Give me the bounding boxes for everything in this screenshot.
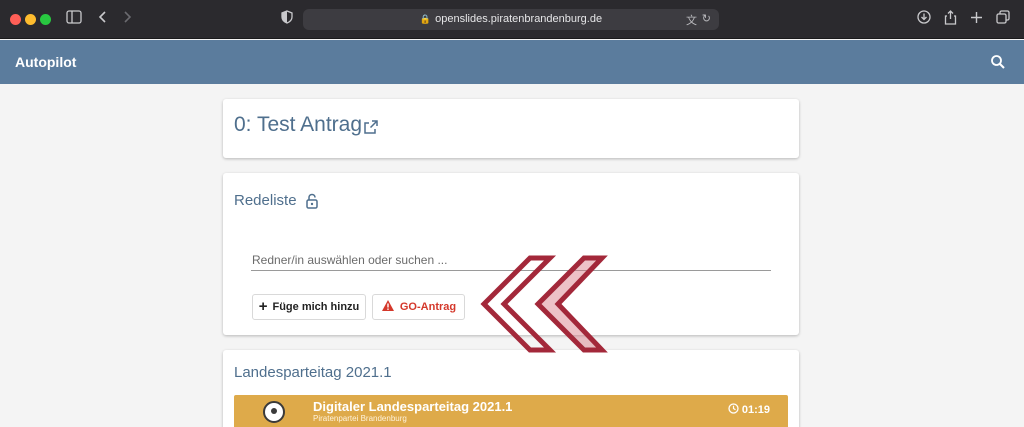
forward-icon[interactable] bbox=[122, 10, 132, 28]
share-icon[interactable] bbox=[944, 10, 957, 29]
privacy-shield-icon[interactable] bbox=[281, 10, 293, 28]
event-organization: Piratenpartei Brandenburg bbox=[313, 414, 407, 423]
clock-icon bbox=[728, 403, 739, 417]
motion-title: 0: Test Antrag bbox=[234, 113, 363, 136]
go-motion-button[interactable]: GO-Antrag bbox=[372, 294, 465, 320]
lock-icon: 🔒 bbox=[419, 14, 432, 24]
minimize-window-button[interactable] bbox=[25, 14, 36, 25]
event-banner: Digitaler Landesparteitag 2021.1 Piraten… bbox=[234, 395, 788, 427]
add-me-button[interactable]: + Füge mich hinzu bbox=[252, 294, 366, 320]
new-tab-icon[interactable] bbox=[970, 10, 983, 28]
tab-overview-icon[interactable] bbox=[996, 10, 1010, 28]
zoom-window-button[interactable] bbox=[40, 14, 51, 25]
event-section-title: Landesparteitag 2021.1 bbox=[234, 364, 392, 381]
warning-triangle-icon bbox=[381, 299, 395, 315]
downloads-icon[interactable] bbox=[917, 10, 931, 28]
sidebar-toggle-icon[interactable] bbox=[66, 10, 82, 28]
search-icon[interactable] bbox=[990, 54, 1006, 70]
address-bar[interactable]: 🔒 openslides.piratenbrandenburg.de 文 ↻ bbox=[303, 9, 719, 30]
motion-title-card: 0: Test Antrag bbox=[223, 99, 799, 158]
add-me-label: Füge mich hinzu bbox=[272, 301, 360, 313]
url-text: openslides.piratenbrandenburg.de bbox=[435, 13, 603, 25]
pirate-party-logo bbox=[263, 401, 285, 423]
plus-icon: + bbox=[258, 298, 268, 315]
go-motion-label: GO-Antrag bbox=[399, 301, 457, 313]
back-icon[interactable] bbox=[98, 10, 108, 28]
speakers-list-card: Redeliste + Füge mich hinzu GO-Antrag bbox=[223, 173, 799, 335]
reload-icon[interactable]: ↻ bbox=[702, 12, 711, 25]
event-clock: 01:19 bbox=[728, 403, 770, 417]
browser-toolbar: 🔒 openslides.piratenbrandenburg.de 文 ↻ bbox=[0, 0, 1024, 39]
page-title: Autopilot bbox=[15, 54, 77, 70]
speaker-search-input[interactable] bbox=[251, 249, 771, 271]
open-external-icon[interactable] bbox=[363, 119, 379, 135]
speakers-list-title: Redeliste bbox=[234, 192, 297, 209]
event-card: Landesparteitag 2021.1 Digitaler Landesp… bbox=[223, 350, 799, 427]
lock-icon[interactable] bbox=[305, 193, 319, 209]
translate-icon[interactable]: 文 bbox=[686, 12, 697, 28]
event-time-value: 01:19 bbox=[741, 404, 770, 416]
app-header: Autopilot bbox=[0, 40, 1024, 84]
close-window-button[interactable] bbox=[10, 14, 21, 25]
event-name: Digitaler Landesparteitag 2021.1 bbox=[313, 399, 513, 414]
